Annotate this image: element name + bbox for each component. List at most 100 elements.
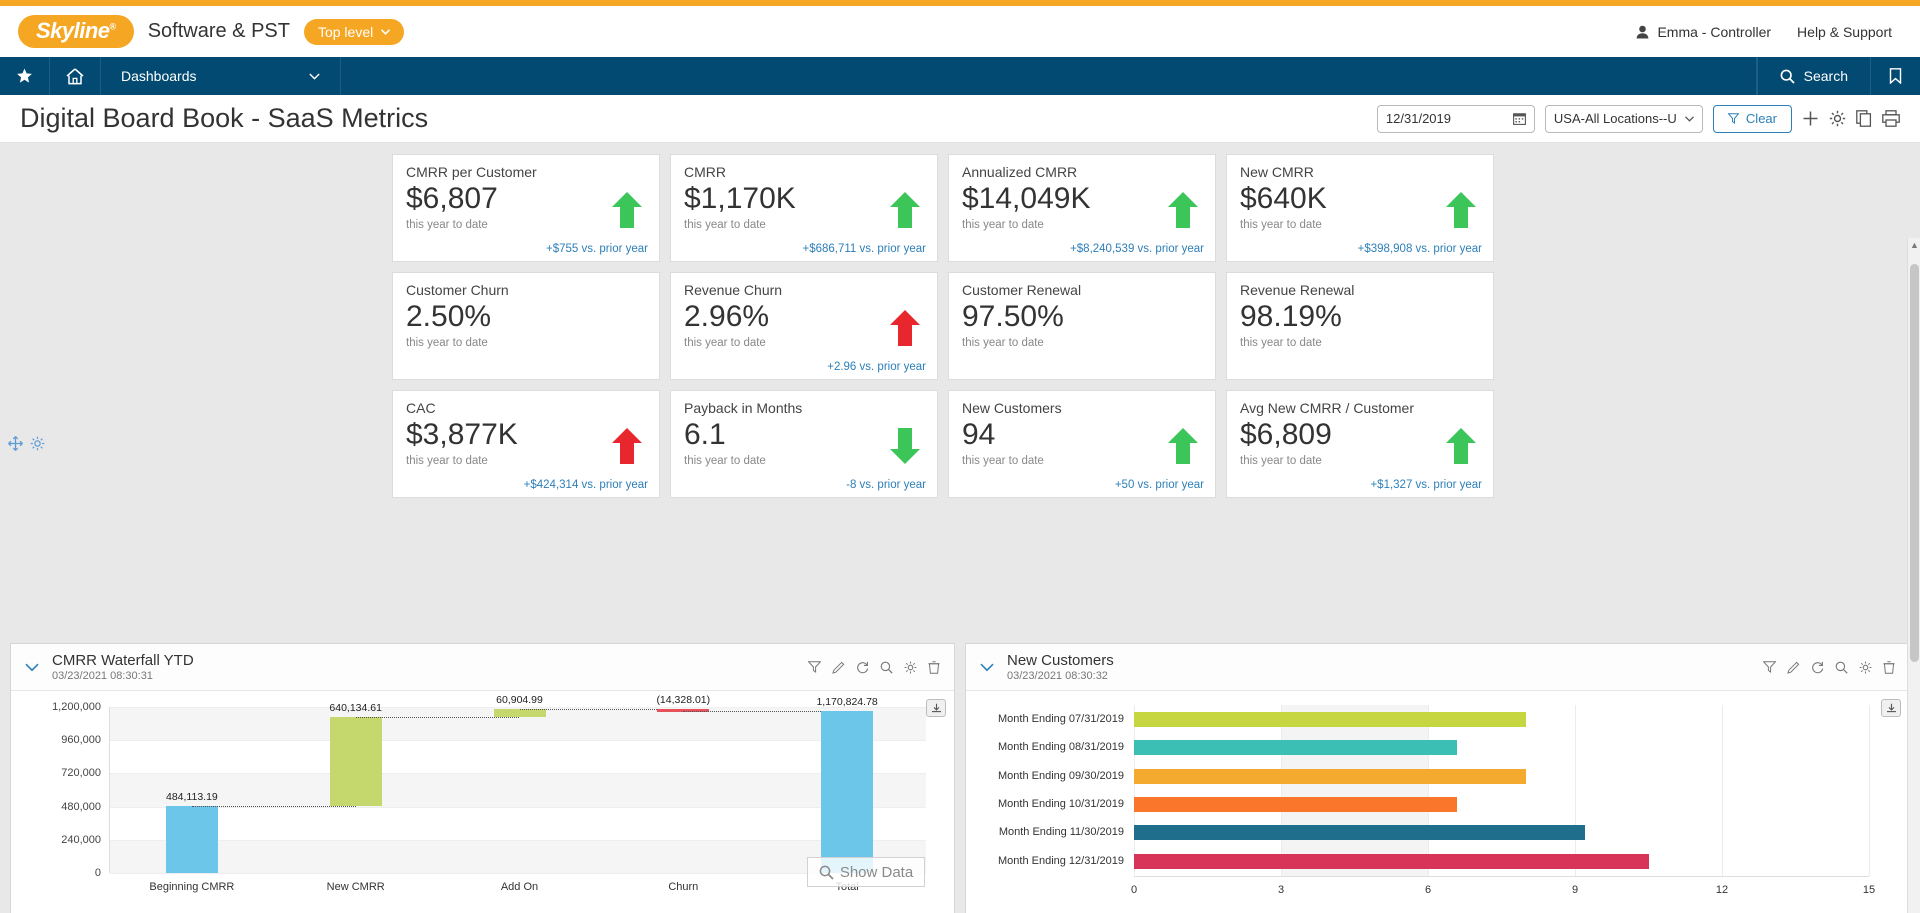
y-axis-tick: 960,000	[61, 734, 101, 747]
collapse-chevron-icon[interactable]	[980, 659, 994, 676]
favorites-button[interactable]	[0, 57, 50, 95]
waterfall-bar[interactable]	[493, 709, 546, 718]
search-label: Search	[1803, 68, 1848, 84]
trend-arrow-icon	[1445, 427, 1477, 470]
waterfall-bar[interactable]	[821, 711, 874, 873]
plus-icon	[1803, 111, 1818, 126]
panel-body: 0 3 6 9 12 15 Month Ending 07/31/2019 Month End…	[966, 691, 1909, 913]
bar[interactable]: Month Ending 07/31/2019	[998, 712, 1526, 727]
calendar-icon	[1512, 113, 1526, 125]
edit-icon[interactable]	[832, 661, 845, 674]
add-component-button[interactable]	[1802, 110, 1819, 127]
filter-icon[interactable]	[1763, 661, 1776, 674]
bar[interactable]: Month Ending 08/31/2019	[998, 740, 1458, 756]
kpi-card[interactable]: Customer Renewal 97.50% this year to date	[948, 272, 1216, 380]
kpi-card[interactable]: CAC $3,877K this year to date +$424,314 vs.…	[392, 390, 660, 498]
panel-action-bar	[808, 660, 940, 674]
kpi-value: $6,809	[1240, 418, 1332, 451]
kpi-label: New Customers	[962, 400, 1062, 416]
zoom-icon[interactable]	[880, 661, 893, 674]
refresh-icon[interactable]	[1811, 661, 1824, 674]
waterfall-bar[interactable]	[165, 806, 218, 873]
registered-mark: ®	[109, 21, 117, 32]
gear-icon[interactable]	[904, 661, 917, 674]
panel-cmrr-waterfall: CMRR Waterfall YTD 03/23/2021 08:30:31 0…	[10, 643, 955, 913]
waterfall-chart[interactable]: 0 240,000 480,000 720,000 960,000 1,200,000 48…	[11, 691, 954, 913]
trend-arrow-icon	[1167, 427, 1199, 470]
scroll-up-arrow[interactable]: ▲	[1908, 238, 1920, 252]
download-chart-button[interactable]	[926, 699, 946, 717]
print-dashboard-button[interactable]	[1882, 110, 1900, 127]
bar[interactable]: Month Ending 11/30/2019	[999, 825, 1585, 841]
x-axis-tick: 12	[1715, 884, 1729, 896]
new-customers-chart[interactable]: 0 3 6 9 12 15 Month Ending 07/31/2019 Month End…	[998, 705, 1875, 896]
panel-title: CMRR Waterfall YTD	[52, 651, 194, 669]
kpi-row: CAC $3,877K this year to date +$424,314 vs.…	[392, 390, 1497, 498]
y-axis-tick: 240,000	[61, 833, 101, 846]
dashboard-canvas: CMRR per Customer $6,807 this year to date…	[0, 143, 1920, 913]
edit-icon[interactable]	[1787, 661, 1800, 674]
kpi-card[interactable]: Revenue Renewal 98.19% this year to date	[1226, 272, 1494, 380]
kpi-card[interactable]: Annualized CMRR $14,049K this year to date…	[948, 154, 1216, 262]
kpi-delta: -8 vs. prior year	[846, 479, 926, 491]
kpi-card[interactable]: CMRR per Customer $6,807 this year to date…	[392, 154, 660, 262]
kpi-card[interactable]: Payback in Months 6.1 this year to date -8 …	[670, 390, 938, 498]
refresh-icon[interactable]	[856, 661, 869, 674]
kpi-value: $640K	[1240, 182, 1327, 215]
global-search-button[interactable]: Search	[1756, 57, 1870, 95]
skyline-logo[interactable]: Skyline®	[18, 15, 134, 48]
download-chart-button[interactable]	[1881, 699, 1901, 717]
waterfall-bar[interactable]	[329, 717, 382, 807]
zoom-icon[interactable]	[1835, 661, 1848, 674]
kpi-card[interactable]: CMRR $1,170K this year to date +$686,711 vs…	[670, 154, 938, 262]
location-value: USA-All Locations--U	[1553, 111, 1677, 126]
star-icon	[17, 68, 32, 83]
top-level-selector[interactable]: Top level	[303, 18, 405, 45]
user-menu[interactable]: Emma - Controller	[1636, 24, 1771, 40]
kpi-card[interactable]: New CMRR $640K this year to date +$398,908 …	[1226, 154, 1494, 262]
page-scrollbar[interactable]: ▲	[1907, 238, 1920, 913]
kpi-card[interactable]: Revenue Churn 2.96% this year to date +2.96…	[670, 272, 938, 380]
y-axis-tick: Month Ending 10/31/2019	[998, 798, 1124, 810]
kpi-delta: +50 vs. prior year	[1114, 479, 1204, 491]
kpi-card[interactable]: Avg New CMRR / Customer $6,809 this year t…	[1226, 390, 1494, 498]
home-button[interactable]	[50, 57, 101, 95]
dashboards-menu[interactable]: Dashboards	[101, 57, 341, 95]
scrollbar-thumb[interactable]	[1910, 264, 1919, 662]
help-support-link[interactable]: Help & Support	[1797, 24, 1892, 40]
kpi-value: 94	[962, 418, 996, 451]
date-filter[interactable]: 12/31/2019	[1376, 104, 1535, 133]
widget-drag-controls[interactable]	[8, 436, 45, 451]
dashboard-settings-button[interactable]	[1829, 110, 1846, 127]
kpi-card[interactable]: New Customers 94 this year to date +50 vs. …	[948, 390, 1216, 498]
filter-icon[interactable]	[808, 661, 821, 674]
bookmark-icon	[1889, 68, 1902, 84]
location-filter[interactable]: USA-All Locations--U	[1544, 104, 1703, 133]
clear-filters-button[interactable]: Clear	[1712, 104, 1792, 133]
gear-icon[interactable]	[1859, 661, 1872, 674]
collapse-chevron-icon[interactable]	[25, 659, 39, 676]
kpi-label: Annualized CMRR	[962, 164, 1078, 180]
duplicate-dashboard-button[interactable]	[1856, 110, 1872, 127]
y-axis-tick: 0	[94, 867, 101, 879]
trend-arrow-icon	[889, 427, 921, 470]
kpi-card[interactable]: Customer Churn 2.50% this year to date	[392, 272, 660, 380]
trash-icon[interactable]	[928, 660, 940, 674]
show-data-overlay[interactable]: Show Data	[807, 857, 925, 887]
bookmarks-button[interactable]	[1870, 57, 1920, 95]
grid-band	[110, 773, 926, 807]
kpi-label: Customer Renewal	[962, 282, 1082, 298]
skyline-logo-text: Skyline	[36, 18, 110, 43]
gridline	[1134, 705, 1135, 876]
bar[interactable]: Month Ending 09/30/2019	[998, 768, 1526, 784]
x-axis-tick: Beginning CMRR	[149, 881, 235, 893]
gridline	[110, 707, 926, 708]
chevron-down-icon	[309, 72, 320, 80]
bar[interactable]: Month Ending 12/31/2019	[998, 853, 1649, 869]
bar-value-label: 640,134.61	[329, 702, 382, 715]
chevron-down-icon	[1684, 115, 1694, 122]
trend-arrow-icon	[1445, 191, 1477, 234]
trash-icon[interactable]	[1883, 660, 1895, 674]
bar[interactable]: Month Ending 10/31/2019	[998, 797, 1458, 812]
copy-icon	[1856, 110, 1872, 127]
